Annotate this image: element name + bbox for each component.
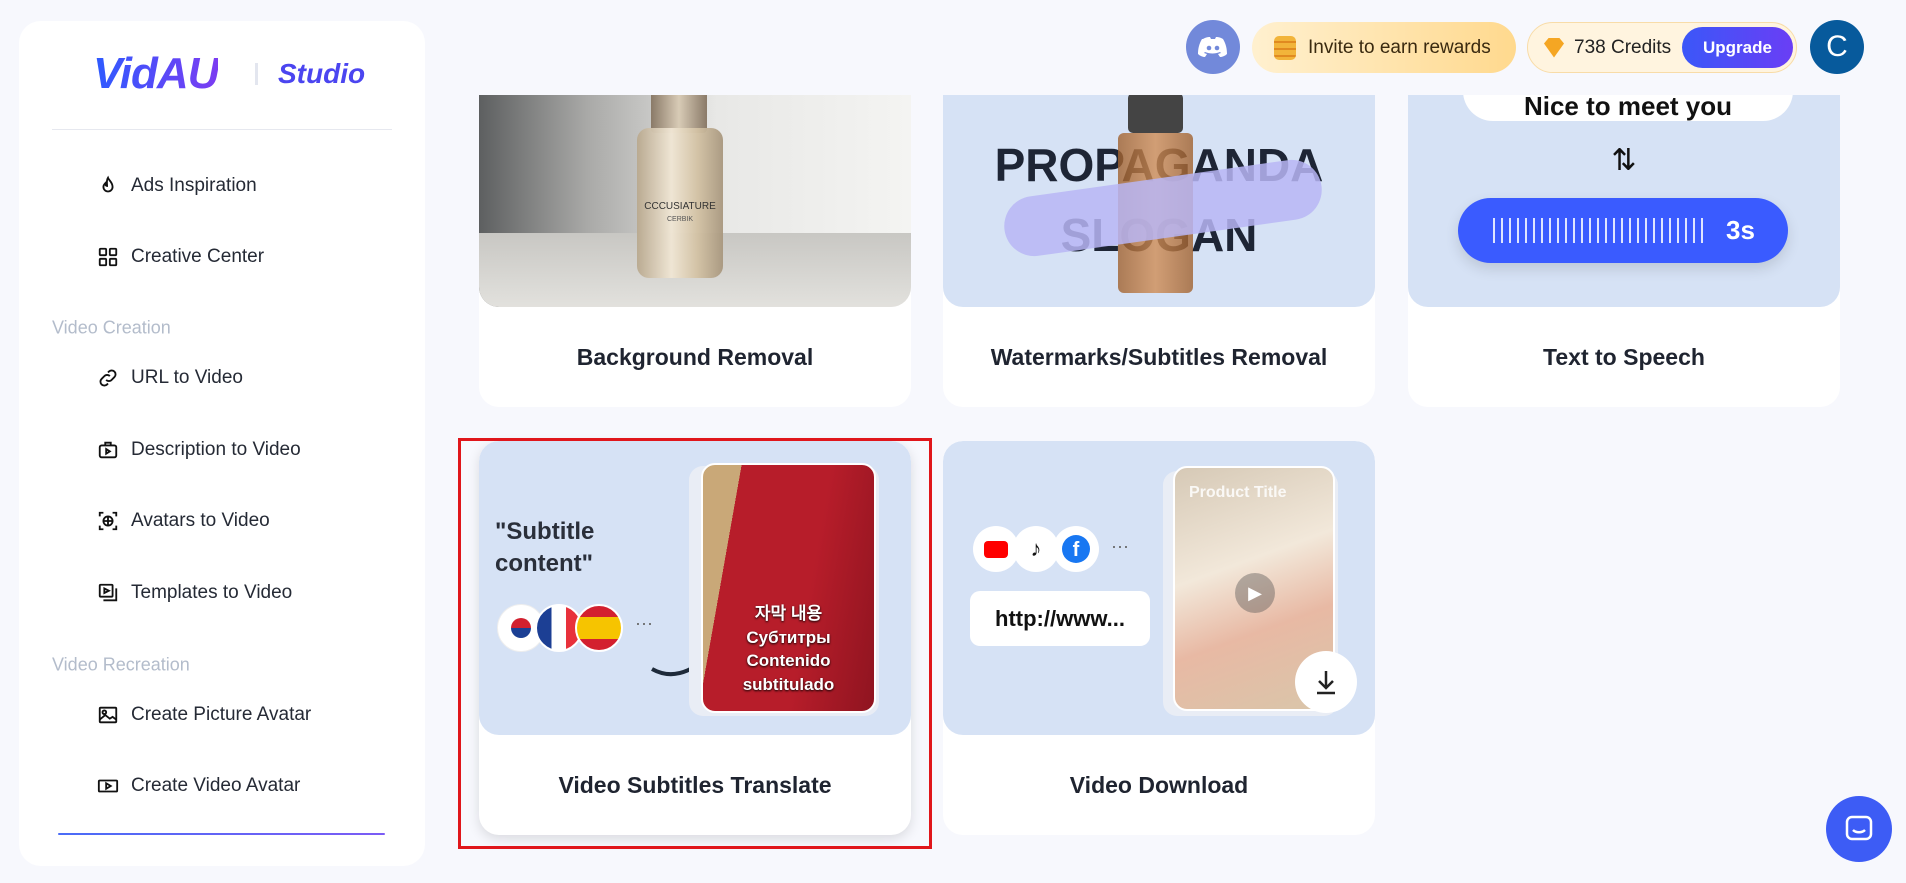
- sidebar-item-create-video-avatar[interactable]: Create Video Avatar: [97, 771, 300, 801]
- upgrade-button[interactable]: Upgrade: [1682, 27, 1793, 68]
- video-bag-icon: [98, 441, 118, 459]
- sidebar-item-label: URL to Video: [131, 367, 243, 388]
- image-icon: [98, 706, 118, 724]
- more-platforms: ···: [1111, 536, 1129, 556]
- user-avatar[interactable]: C: [1810, 20, 1864, 74]
- card-title: Watermarks/Subtitles Removal: [990, 343, 1328, 370]
- video-download-image: ♪ f ··· http://www... Product Title ▶: [943, 441, 1375, 735]
- sidebar-item-label: Create Picture Avatar: [131, 704, 312, 725]
- subtitles-translate-image: "Subtitle content" ··· 자막 내용 Субтитры Co…: [479, 441, 911, 735]
- video-icon: [97, 779, 119, 793]
- sidebar-item-label: Templates to Video: [131, 582, 293, 603]
- video-preview: 자막 내용 Субтитры Contenido subtitulado: [701, 463, 876, 713]
- subtitle-line: 자막 내용: [754, 603, 823, 623]
- chat-icon: [1845, 815, 1873, 841]
- sidebar-item-label: Create Video Avatar: [131, 775, 301, 796]
- audio-duration: 3s: [1726, 215, 1755, 245]
- card-title: Background Removal: [576, 343, 814, 370]
- card-title: Video Download: [1069, 771, 1249, 798]
- discord-icon: [1198, 37, 1227, 57]
- invite-rewards-button[interactable]: Invite to earn rewards: [1252, 22, 1516, 73]
- template-icon: [98, 583, 118, 602]
- support-chat-button[interactable]: [1826, 796, 1892, 862]
- sidebar-item-label: Creative Center: [131, 246, 265, 267]
- divider: [52, 129, 392, 130]
- more-languages: ···: [635, 613, 653, 633]
- spain-flag-icon: [575, 604, 623, 652]
- link-icon: [99, 369, 117, 387]
- sidebar-item-avatars-to-video[interactable]: Avatars to Video: [97, 506, 270, 536]
- vidau-logo[interactable]: VidAU: [93, 49, 219, 99]
- discord-button[interactable]: [1186, 20, 1240, 74]
- url-box: http://www...: [970, 591, 1150, 646]
- subtitle-quote: "Subtitle content": [495, 518, 595, 578]
- section-video-creation: Video Creation: [52, 317, 171, 338]
- sidebar-item-creative-center[interactable]: Creative Center: [97, 242, 264, 272]
- facebook-icon: f: [1053, 526, 1099, 572]
- coins-icon: [1274, 35, 1296, 60]
- play-icon: ▶: [1235, 573, 1275, 613]
- studio-label: Studio: [278, 58, 366, 89]
- sidebar-item-description-to-video[interactable]: Description to Video: [97, 435, 301, 465]
- subtitle-line: Субтитры: [746, 627, 831, 647]
- sidebar-item-label: Description to Video: [131, 439, 301, 460]
- sidebar-item-templates-to-video[interactable]: Templates to Video: [97, 578, 292, 608]
- bottle-label: CCCUSIATURE: [644, 201, 716, 212]
- avatar-scan-icon: [98, 511, 118, 531]
- credits-pill: 738 Credits Upgrade: [1527, 22, 1797, 73]
- sidebar: VidAU Studio Ads Inspiration Creative Ce…: [19, 21, 425, 866]
- subtitle-line: Contenido: [746, 651, 831, 671]
- active-indicator: [58, 833, 385, 835]
- audio-bubble: 3s: [1458, 198, 1788, 263]
- grid-icon: [98, 247, 118, 267]
- sidebar-item-ads-inspiration[interactable]: Ads Inspiration: [97, 171, 257, 201]
- diamond-icon: [1544, 37, 1564, 58]
- tool-card-video-download[interactable]: ♪ f ··· http://www... Product Title ▶ Vi…: [943, 441, 1375, 835]
- credits-count: 738 Credits: [1574, 36, 1672, 58]
- card-title: Text to Speech: [1543, 343, 1705, 370]
- waveform-icon: [1493, 218, 1708, 243]
- sidebar-item-label: Ads Inspiration: [131, 175, 257, 196]
- flame-icon: [102, 175, 114, 193]
- sidebar-item-create-picture-avatar[interactable]: Create Picture Avatar: [97, 700, 311, 730]
- card-title: Video Subtitles Translate: [558, 771, 832, 798]
- tool-card-video-subtitles-translate[interactable]: "Subtitle content" ··· 자막 내용 Субтитры Co…: [479, 441, 911, 835]
- product-title: Product Title: [1189, 484, 1287, 501]
- sidebar-item-url-to-video[interactable]: URL to Video: [97, 363, 243, 393]
- invite-label: Invite to earn rewards: [1308, 36, 1491, 58]
- download-icon: [1295, 651, 1357, 713]
- logo-divider: [255, 63, 258, 85]
- swap-icon: ⇅: [1611, 144, 1637, 177]
- subtitle-line: subtitulado: [742, 675, 835, 695]
- sidebar-item-label: Avatars to Video: [131, 510, 270, 531]
- bottle-sublabel: CERBIK: [666, 216, 694, 223]
- section-video-recreation: Video Recreation: [52, 654, 190, 675]
